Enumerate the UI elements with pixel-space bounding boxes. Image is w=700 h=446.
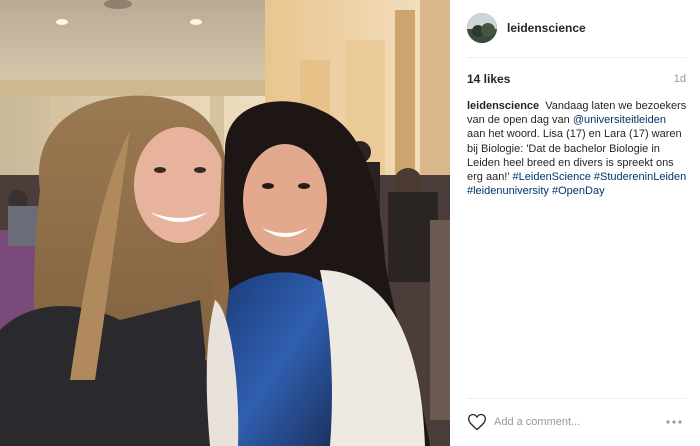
likes-count[interactable]: 14 likes — [467, 72, 510, 86]
hashtag-link[interactable]: #LeidenScience — [513, 171, 591, 183]
post-details-panel: leidenscience 14 likes 1d leidenscience … — [450, 0, 700, 446]
caption: leidenscience Vandaag laten we bezoekers… — [467, 99, 687, 198]
post-photo[interactable] — [0, 0, 450, 446]
divider — [467, 398, 686, 399]
divider — [467, 57, 686, 58]
instagram-post: leidenscience 14 likes 1d leidenscience … — [0, 0, 700, 446]
comment-input[interactable] — [494, 413, 644, 431]
hashtag-link[interactable]: #StudereninLeiden — [594, 171, 686, 183]
hashtag-link[interactable]: #leidenuniversity — [467, 185, 549, 197]
username[interactable]: leidenscience — [507, 21, 586, 35]
avatar[interactable] — [467, 13, 497, 43]
post-time: 1d — [673, 73, 686, 85]
hashtag-link[interactable]: #OpenDay — [552, 185, 605, 197]
more-options-icon[interactable] — [664, 412, 684, 432]
caption-author[interactable]: leidenscience — [467, 100, 539, 112]
mention-link[interactable]: @universiteitleiden — [573, 114, 666, 126]
post-header: leidenscience — [450, 0, 700, 57]
heart-outline-icon[interactable] — [467, 412, 487, 432]
